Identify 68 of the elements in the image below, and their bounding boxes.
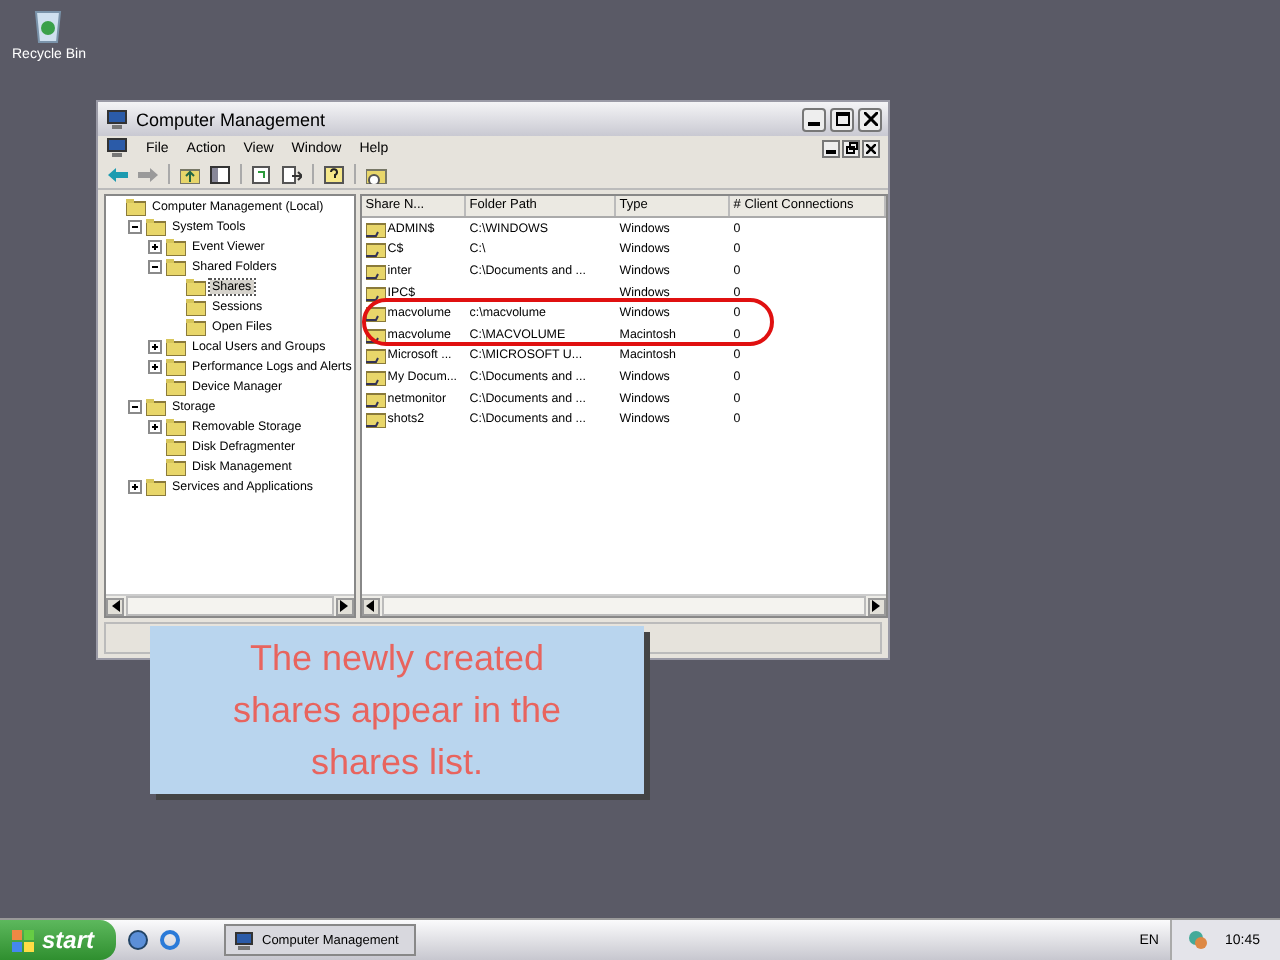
shared-folder-icon	[365, 219, 386, 238]
shared-folder-icon	[365, 367, 386, 386]
close-button[interactable]	[862, 139, 880, 157]
computer-icon	[234, 931, 254, 949]
horizontal-scrollbar[interactable]	[106, 594, 354, 616]
shared-folder-icon[interactable]	[366, 165, 388, 183]
globe-icon[interactable]	[128, 930, 148, 950]
computer-icon	[106, 109, 128, 129]
shared-folder-icon	[365, 261, 386, 280]
tree-node-icon	[166, 457, 186, 475]
tree-node-icon	[166, 337, 186, 355]
maximize-icon	[835, 112, 849, 126]
left-arrow-icon	[111, 600, 119, 612]
scroll-left-button[interactable]	[361, 597, 380, 615]
left-arrow-icon	[366, 600, 375, 612]
tree-node-icon	[126, 197, 146, 215]
browser-icon[interactable]	[160, 930, 180, 950]
windows-flag-icon	[12, 929, 34, 951]
shared-folder-icon	[365, 389, 386, 408]
right-arrow-icon	[340, 600, 349, 612]
computer-icon[interactable]	[106, 138, 128, 158]
tree-node-icon	[186, 277, 206, 295]
expand-toggle-icon[interactable]	[148, 259, 162, 273]
tree-node-icon	[166, 357, 186, 375]
expand-toggle-icon[interactable]	[128, 399, 142, 413]
restore-icon	[845, 142, 857, 154]
callout-text: The newly created shares appear in the shares list.	[230, 636, 564, 786]
tree-node-icon	[146, 477, 166, 495]
minimize-button[interactable]	[802, 107, 826, 131]
shared-folder-icon	[365, 240, 386, 259]
close-button[interactable]	[858, 107, 882, 131]
expand-toggle-icon[interactable]	[128, 219, 142, 233]
shared-folder-icon	[365, 346, 386, 365]
scroll-right-button[interactable]	[867, 597, 886, 615]
tree-node-icon	[146, 397, 166, 415]
folder-up-icon[interactable]	[180, 165, 200, 183]
back-arrow-icon[interactable]	[108, 165, 128, 183]
restore-button[interactable]	[842, 139, 860, 157]
minimize-button[interactable]	[822, 139, 840, 157]
help-icon[interactable]	[324, 165, 344, 183]
expand-toggle-icon[interactable]	[148, 359, 162, 373]
close-icon	[866, 143, 876, 153]
tree-node-icon	[166, 417, 186, 435]
tree-node-icon	[186, 317, 206, 335]
scroll-right-button[interactable]	[335, 597, 354, 615]
tree-node-icon	[146, 217, 166, 235]
shared-folder-icon	[365, 410, 386, 429]
window-title: Computer Management	[136, 109, 326, 129]
expand-toggle-icon[interactable]	[148, 239, 162, 253]
right-arrow-icon	[872, 600, 881, 612]
scroll-left-button[interactable]	[106, 597, 124, 615]
maximize-button[interactable]	[830, 107, 854, 131]
tree-node-icon	[166, 437, 186, 455]
expand-toggle-icon[interactable]	[148, 419, 162, 433]
expand-toggle-icon[interactable]	[128, 479, 142, 493]
tree-node-icon	[186, 297, 206, 315]
expand-toggle-icon[interactable]	[148, 339, 162, 353]
scroll-thumb[interactable]	[126, 596, 334, 616]
tree-node-icon	[166, 237, 186, 255]
horizontal-scrollbar[interactable]	[361, 594, 886, 616]
export-list-icon[interactable]	[282, 165, 302, 183]
shared-folder-icon	[365, 283, 386, 302]
close-icon	[863, 112, 877, 126]
refresh-icon[interactable]	[252, 165, 272, 183]
tree-pane-icon[interactable]	[210, 165, 230, 183]
tree-node-icon	[166, 377, 186, 395]
scroll-thumb[interactable]	[381, 596, 866, 616]
tree-node-icon	[166, 257, 186, 275]
